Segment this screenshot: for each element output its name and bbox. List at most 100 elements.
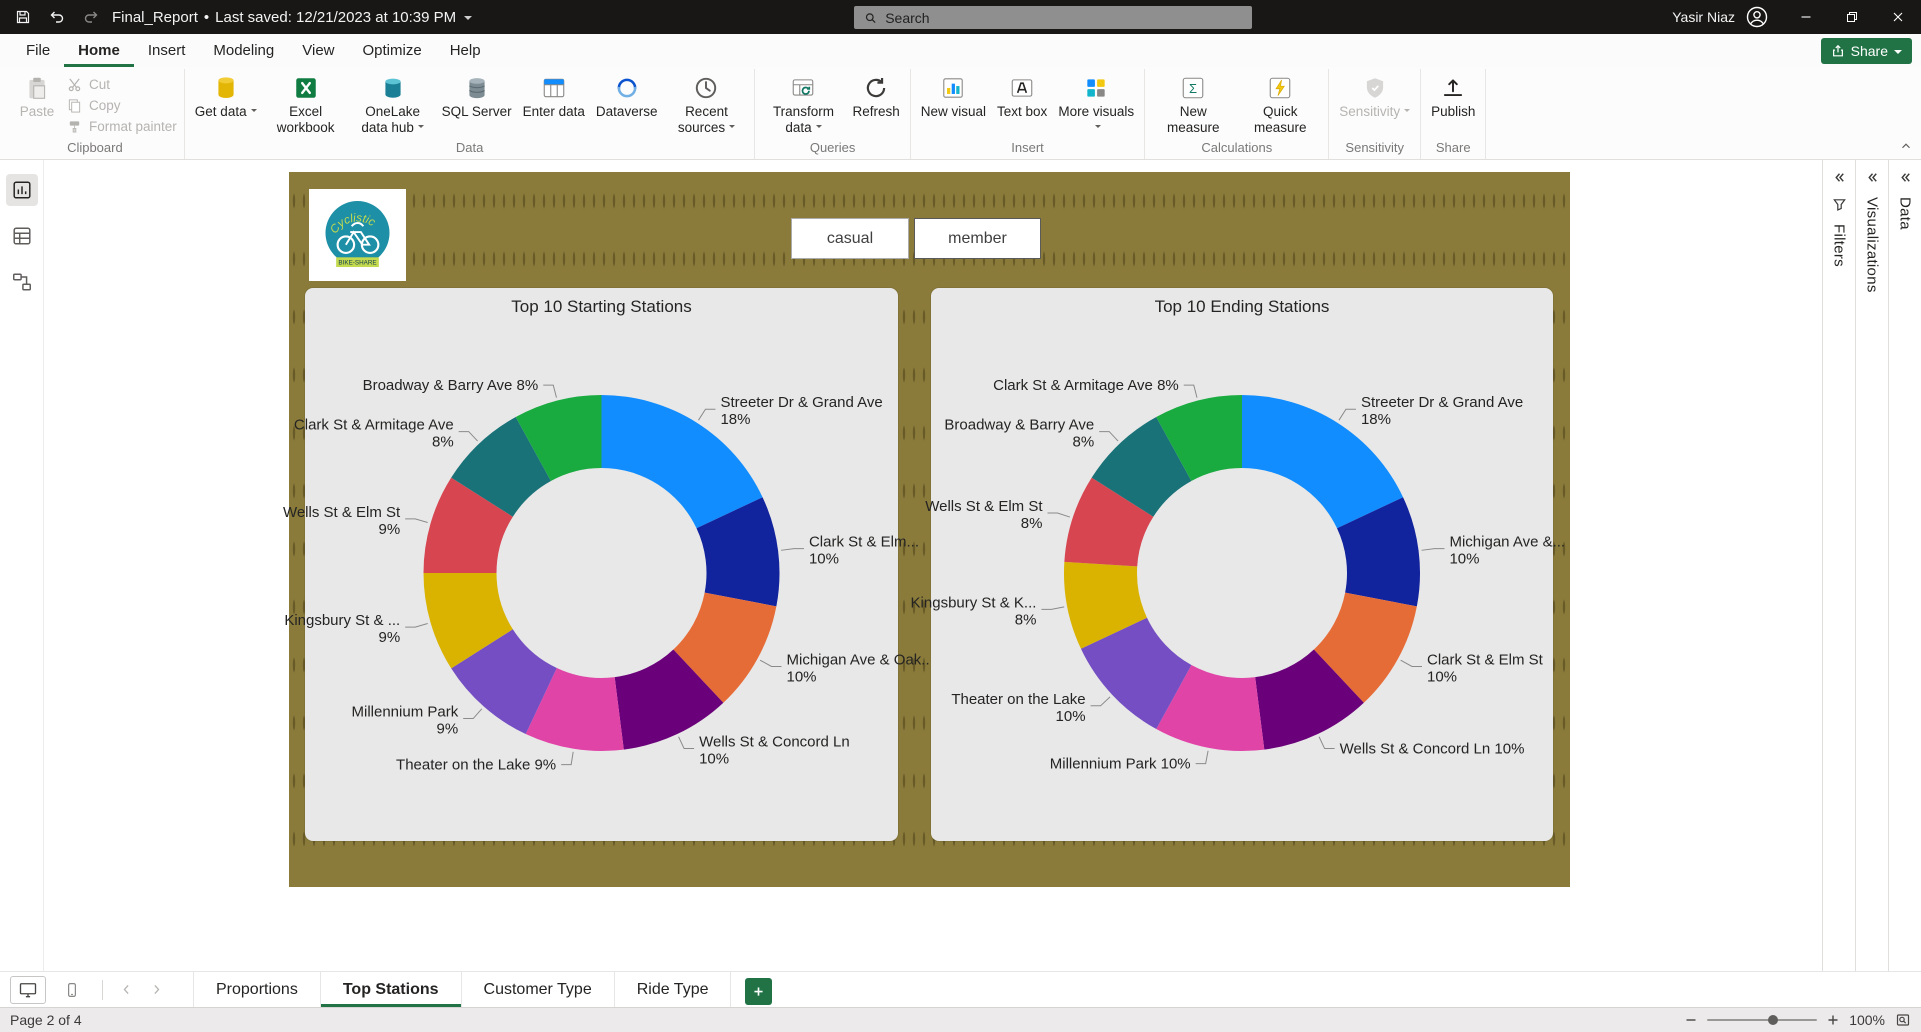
filters-pane-collapsed[interactable]: Filters: [1822, 160, 1855, 971]
search-box[interactable]: [854, 6, 1252, 29]
donut-label: Clark St & Elm St 10%: [1427, 651, 1544, 685]
slicer-button-member[interactable]: member: [914, 218, 1041, 259]
maximize-button[interactable]: [1829, 0, 1875, 34]
menu-insert[interactable]: Insert: [134, 34, 200, 67]
zoom-level: 100%: [1849, 1012, 1885, 1028]
undo-icon: [50, 11, 64, 23]
donut-label: Wells St & Concord Ln 10%: [1340, 741, 1525, 758]
format-painter-button[interactable]: Format painter: [66, 118, 177, 135]
expand-pane-icon[interactable]: [1832, 170, 1847, 185]
donut-label: Theater on the Lake 10%: [951, 691, 1085, 725]
get-data-button[interactable]: Get data: [190, 69, 262, 122]
label-leader-line: [1318, 736, 1335, 750]
enter-data-button[interactable]: Enter data: [518, 69, 590, 122]
report-view-button[interactable]: [5, 174, 38, 206]
tab-top-stations[interactable]: Top Stations: [321, 972, 462, 1007]
document-title[interactable]: Final_Report • Last saved: 12/21/2023 at…: [112, 8, 473, 26]
share-button[interactable]: Share: [1820, 38, 1912, 64]
recent-sources-icon: [693, 74, 720, 101]
zoom-slider-thumb[interactable]: [1767, 1015, 1778, 1025]
menu-view[interactable]: View: [288, 34, 348, 67]
collapse-ribbon-button[interactable]: [1899, 139, 1913, 153]
ribbon-group-calculations: Σ New measure Quick measure Calculations: [1145, 69, 1330, 159]
new-measure-icon: Σ: [1180, 74, 1207, 101]
expand-pane-icon[interactable]: [1898, 170, 1913, 185]
previous-page-button[interactable]: [115, 976, 137, 1004]
report-canvas[interactable]: Cyclistic BIKE-SHARE casual member Top 1…: [44, 160, 1822, 971]
zoom-slider[interactable]: [1707, 1015, 1818, 1025]
title-bullet: •: [203, 8, 210, 26]
fit-to-page-button[interactable]: [1895, 1012, 1911, 1028]
save-button[interactable]: [8, 3, 38, 31]
donut-label: Michigan Ave & Oak... 10%: [787, 651, 934, 685]
dataverse-icon: [613, 74, 640, 101]
share-icon: [1832, 44, 1843, 57]
onelake-data-hub-button[interactable]: OneLake data hub: [350, 69, 436, 138]
format-painter-icon: [66, 118, 83, 135]
menu-home[interactable]: Home: [64, 34, 134, 67]
close-button[interactable]: [1875, 0, 1921, 34]
zoom-controls: 100%: [1685, 1012, 1911, 1028]
paste-icon: [24, 74, 51, 101]
new-visual-button[interactable]: New visual: [916, 69, 991, 122]
dataverse-button[interactable]: Dataverse: [591, 69, 663, 122]
zoom-in-button[interactable]: [1827, 1014, 1839, 1026]
expand-pane-icon[interactable]: [1865, 170, 1880, 185]
excel-workbook-button[interactable]: Excel workbook: [263, 69, 349, 138]
label-leader-line: [561, 751, 574, 766]
sql-server-icon: [463, 74, 490, 101]
desktop-layout-button[interactable]: [10, 975, 46, 1004]
menu-modeling[interactable]: Modeling: [199, 34, 288, 67]
new-measure-button[interactable]: Σ New measure: [1150, 69, 1236, 138]
report-page[interactable]: Cyclistic BIKE-SHARE casual member Top 1…: [283, 172, 1570, 887]
data-pane-collapsed[interactable]: Data: [1888, 160, 1921, 971]
tab-ride-type[interactable]: Ride Type: [615, 972, 732, 1007]
redo-button[interactable]: [76, 3, 106, 31]
table-view-button[interactable]: [6, 220, 38, 252]
more-visuals-button[interactable]: More visuals: [1053, 69, 1139, 138]
starting-stations-chart[interactable]: Top 10 Starting Stations Streeter Dr & G…: [283, 288, 934, 841]
donut-label: Streeter Dr & Grand Ave 18%: [1361, 394, 1523, 428]
model-view-button[interactable]: [6, 266, 38, 298]
mobile-layout-button[interactable]: [54, 976, 90, 1004]
cyclistic-logo[interactable]: Cyclistic BIKE-SHARE: [309, 189, 406, 281]
filters-pane-label: Filters: [1830, 224, 1848, 267]
tab-proportions[interactable]: Proportions: [194, 972, 321, 1007]
recent-sources-button[interactable]: Recent sources: [663, 69, 749, 138]
donut-label: Millennium Park 9%: [352, 704, 459, 738]
search-input[interactable]: [885, 9, 1242, 26]
chevron-down-icon[interactable]: [464, 15, 473, 24]
undo-button[interactable]: [42, 3, 72, 31]
refresh-button[interactable]: Refresh: [847, 69, 904, 122]
slicer-button-casual[interactable]: casual: [791, 218, 909, 259]
menu-file[interactable]: File: [12, 34, 64, 67]
paste-button[interactable]: Paste: [11, 69, 63, 122]
label-leader-line: [781, 548, 804, 551]
label-leader-line: [463, 708, 483, 720]
sensitivity-button[interactable]: Sensitivity: [1334, 69, 1415, 122]
minimize-button[interactable]: [1783, 0, 1829, 34]
sql-server-button[interactable]: SQL Server: [437, 69, 517, 122]
report-view-icon: [12, 181, 31, 199]
tab-customer-type[interactable]: Customer Type: [462, 972, 615, 1007]
cut-button[interactable]: Cut: [66, 76, 177, 93]
transform-data-button[interactable]: Transform data: [760, 69, 846, 138]
chevron-left-icon: [123, 985, 129, 994]
label-leader-line: [543, 384, 557, 398]
publish-button[interactable]: Publish: [1426, 69, 1480, 122]
enter-data-icon: [540, 74, 567, 101]
menu-help[interactable]: Help: [436, 34, 495, 67]
redo-icon: [84, 11, 98, 23]
donut-label: Kingsbury St & K... 8%: [911, 594, 1037, 628]
ending-stations-chart[interactable]: Top 10 Ending Stations Streeter Dr & Gra…: [911, 288, 1565, 841]
visualizations-pane-collapsed[interactable]: Visualizations: [1855, 160, 1888, 971]
zoom-out-button[interactable]: [1685, 1014, 1697, 1026]
next-page-button[interactable]: [145, 976, 167, 1004]
copy-button[interactable]: Copy: [66, 97, 177, 114]
add-page-button[interactable]: [745, 978, 773, 1005]
menu-optimize[interactable]: Optimize: [349, 34, 436, 67]
sensitivity-icon: [1361, 74, 1388, 101]
text-box-button[interactable]: Text box: [992, 69, 1052, 122]
avatar[interactable]: [1745, 5, 1769, 29]
quick-measure-button[interactable]: Quick measure: [1237, 69, 1323, 138]
